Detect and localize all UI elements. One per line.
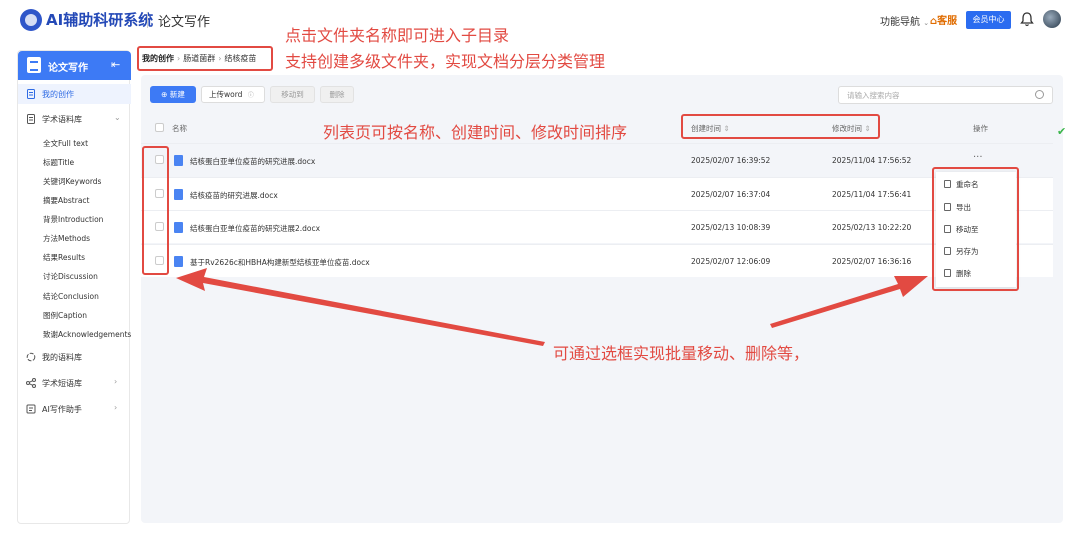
breadcrumb-level2[interactable]: 结核疫苗 [224,54,256,63]
sidebar-title: 论文写作 [48,63,88,74]
modified-time: 2025/02/07 16:36:16 [832,257,912,266]
move-to-button[interactable]: 移动到 [270,86,315,103]
sidebar-subitem-caption[interactable]: 图例Caption [43,310,87,321]
chevron-down-icon: ⌄ [114,113,121,122]
sidebar-subitem-conclusion[interactable]: 结论Conclusion [43,291,99,302]
header-divider [147,12,148,28]
created-time: 2025/02/07 16:39:52 [691,156,771,165]
top-header: AI辅助科研系统 论文写作 功能导航 ⌄ ⌂客服 会员中心 [0,0,1080,40]
column-name[interactable]: 名称 [172,123,187,134]
breadcrumb-separator: › [218,54,222,63]
sidebar-item-label: 学术语料库 [42,115,82,124]
annotation-sort-box [681,114,880,139]
breadcrumb-root[interactable]: 我的创作 [142,54,174,63]
chevron-right-icon: › [114,403,118,412]
info-icon: ⓘ [247,92,254,99]
word-document-icon [174,222,183,233]
function-nav-menu[interactable]: 功能导航 ⌄ [880,13,929,28]
sidebar-item-ai-assistant[interactable]: AI写作助手 › [18,399,131,419]
sidebar-subitem-abstract[interactable]: 摘要Abstract [43,195,89,206]
function-nav-label: 功能导航 [880,17,920,28]
sidebar-item-label: 学术短语库 [42,379,82,388]
new-button[interactable]: ⊕ 新建 [150,86,196,103]
breadcrumb: 我的创作 › 肠道菌群 › 结核疫苗 [142,53,256,64]
sidebar-subitem-full-text[interactable]: 全文Full text [43,138,88,149]
document-icon [27,89,35,99]
sidebar-subitem-results[interactable]: 结果Results [43,252,85,263]
file-name[interactable]: 基于Rv2626c和HBHA构建新型结核亚单位疫苗.docx [190,257,370,268]
table-row[interactable]: 结核疫苗的研究进展.docx 2025/02/07 16:37:04 2025/… [141,177,1053,210]
annotation-checkbox-box [142,146,169,275]
created-time: 2025/02/07 16:37:04 [691,190,771,199]
table-row[interactable]: 结核蛋白亚单位疫苗的研究进展.docx 2025/02/07 16:39:52 … [141,143,1053,176]
annotation-multilevel-text: 支持创建多级文件夹，实现文档分层分类管理 [285,52,606,71]
logo-icon [20,9,42,31]
annotation-subfolder-text: 点击文件夹名称即可进入子目录 [285,26,510,45]
upload-button-label: 上传word [209,90,243,99]
new-button-label: 新建 [169,90,185,99]
sidebar-subitem-discussion[interactable]: 讨论Discussion [43,271,98,282]
sidebar-item-label: 我的语料库 [42,353,82,362]
plus-circle-icon: ⊕ [161,90,168,99]
created-time: 2025/02/07 12:06:09 [691,257,771,266]
annotation-batch-text: 可通过选框实现批量移动、删除等， [553,344,810,363]
refresh-icon [26,352,36,362]
sidebar-item-my-creation[interactable]: 我的创作 [18,84,131,104]
sidebar-subitem-title[interactable]: 标题Title [43,157,74,168]
customer-service-label: 客服 [937,16,958,27]
collapse-sidebar-icon[interactable]: ⇤ [111,58,120,71]
word-document-icon [174,256,183,267]
word-document-icon [174,189,183,200]
document-icon [27,57,41,73]
share-nodes-icon [26,378,36,388]
customer-service-link[interactable]: ⌂客服 [930,12,957,27]
file-name[interactable]: 结核蛋白亚单位疫苗的研究进展.docx [190,156,315,167]
user-avatar[interactable] [1043,10,1061,28]
sidebar-item-label: 我的创作 [42,90,74,99]
module-title: 论文写作 [158,15,211,30]
word-document-icon [174,155,183,166]
sidebar-subitem-acknowledgements[interactable]: 致谢Acknowledgements [43,329,131,340]
delete-button[interactable]: 删除 [320,86,354,103]
sidebar-item-my-corpus[interactable]: 我的语料库 [18,347,131,367]
upload-word-button[interactable]: 上传word ⓘ [201,86,265,103]
breadcrumb-level1[interactable]: 肠道菌群 [183,54,215,63]
search-icon[interactable] [1035,90,1044,99]
annotation-sort-text: 列表页可按名称、创建时间、修改时间排序 [323,123,628,142]
table-row[interactable]: 结核蛋白亚单位疫苗的研究进展2.docx 2025/02/13 10:08:39… [141,210,1053,243]
created-time: 2025/02/13 10:08:39 [691,223,771,232]
member-center-button[interactable]: 会员中心 [966,11,1011,29]
select-all-checkbox[interactable] [155,123,164,132]
sidebar-header: 论文写作 ⇤ [18,51,131,80]
sidebar-item-label: AI写作助手 [42,405,82,414]
file-name[interactable]: 结核疫苗的研究进展.docx [190,190,278,201]
modified-time: 2025/11/04 17:56:52 [832,156,912,165]
annotation-menu-box [932,167,1019,291]
sidebar-subitem-methods[interactable]: 方法Methods [43,233,90,244]
sidebar-subitem-introduction[interactable]: 背景Introduction [43,214,103,225]
breadcrumb-separator: › [177,54,181,63]
brand-title: AI辅助科研系统 [46,11,154,29]
sidebar-item-academic-corpus[interactable]: 学术语料库 ⌄ [18,109,131,129]
modified-time: 2025/11/04 17:56:41 [832,190,912,199]
chevron-right-icon: › [114,377,118,386]
chevron-down-icon: ⌄ [923,19,930,27]
modified-time: 2025/02/13 10:22:20 [832,223,912,232]
book-icon [27,114,35,124]
column-operations: 操作 [973,124,988,133]
sidebar-subitem-keywords[interactable]: 关键词Keywords [43,176,101,187]
bell-icon[interactable] [1020,11,1034,27]
sidebar: 论文写作 ⇤ 我的创作 学术语料库 ⌄ 全文Full text 标题Title … [17,50,131,524]
sidebar-item-phrase-library[interactable]: 学术短语库 › [18,373,131,393]
file-name[interactable]: 结核蛋白亚单位疫苗的研究进展2.docx [190,223,320,234]
table-row[interactable]: 基于Rv2626c和HBHA构建新型结核亚单位疫苗.docx 2025/02/0… [141,244,1053,277]
search-input[interactable] [838,86,1053,104]
floating-widget-icon[interactable]: ✔ [1057,125,1073,141]
edit-document-icon [26,404,36,414]
more-actions-icon[interactable]: ··· [973,152,983,163]
